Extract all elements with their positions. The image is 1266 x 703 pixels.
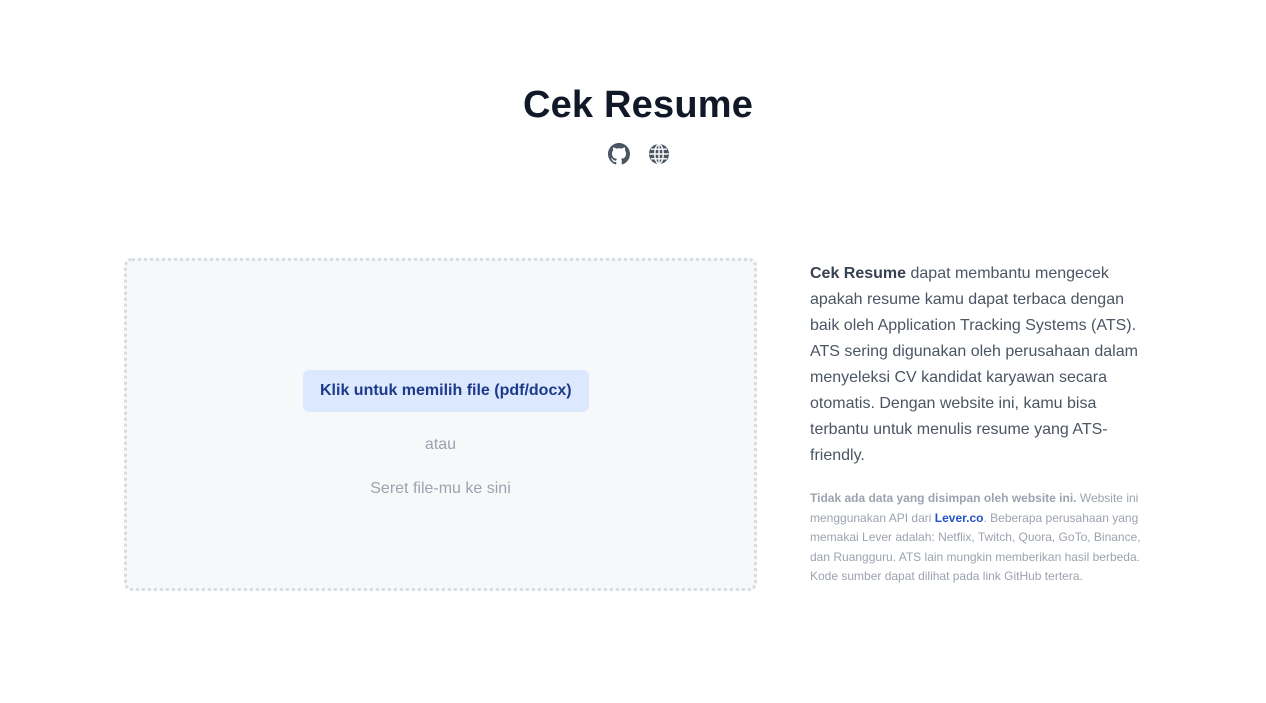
github-icon[interactable] bbox=[608, 143, 630, 165]
brand-name: Cek Resume bbox=[810, 265, 907, 282]
github-icon-graphic bbox=[608, 143, 630, 165]
globe-icon-graphic bbox=[649, 143, 669, 165]
file-dropzone[interactable]: Klik untuk memilih file (pdf/docx) atau … bbox=[124, 258, 757, 591]
drag-drop-hint: Seret file-mu ke sini bbox=[370, 480, 511, 497]
globe-icon[interactable] bbox=[648, 143, 670, 165]
header-links bbox=[608, 143, 670, 165]
description: Cek Resume dapat membantu mengecek apaka… bbox=[810, 261, 1146, 469]
page-title: Cek Resume bbox=[522, 84, 754, 126]
header: Cek Resume bbox=[0, 82, 1266, 128]
page: Cek Resume Klik untuk memilih file (pdf/… bbox=[0, 0, 1266, 703]
description-text: dapat membantu mengecek apakah resume ka… bbox=[810, 265, 1138, 464]
info-panel: Cek Resume dapat membantu mengecek apaka… bbox=[810, 261, 1146, 587]
privacy-note: Tidak ada data yang disimpan oleh websit… bbox=[810, 489, 1146, 587]
privacy-note-bold: Tidak ada data yang disimpan oleh websit… bbox=[810, 491, 1077, 505]
or-divider-text: atau bbox=[424, 436, 457, 453]
choose-file-button[interactable]: Klik untuk memilih file (pdf/docx) bbox=[303, 370, 589, 412]
lever-link[interactable]: Lever.co bbox=[935, 511, 984, 525]
